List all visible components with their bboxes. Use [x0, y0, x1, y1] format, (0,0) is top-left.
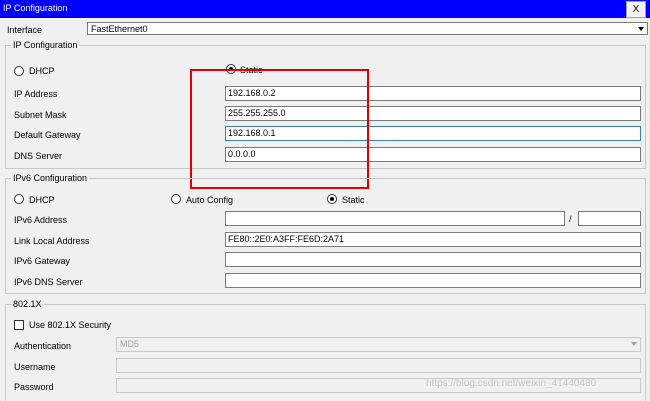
ip-configuration-title: IP Configuration — [11, 40, 80, 50]
ipv6-auto-config-radio[interactable] — [171, 194, 181, 204]
ipv6-dns-server-field[interactable] — [225, 273, 641, 288]
watermark-text: https://blog.csdn.net/weixin_41440480 — [426, 378, 597, 389]
username-field[interactable] — [116, 358, 641, 373]
prefix-separator: / — [569, 214, 572, 224]
subnet-mask-label: Subnet Mask — [14, 110, 67, 120]
interface-select[interactable]: FastEthernet0 — [87, 22, 648, 35]
ip-address-label: IP Address — [14, 89, 58, 99]
ipv4-dhcp-label: DHCP — [29, 66, 55, 76]
ipv6-auto-config-label: Auto Config — [186, 195, 234, 205]
ipv6-dns-server-label: IPv6 DNS Server — [14, 277, 83, 287]
use-8021x-security-checkbox[interactable] — [14, 320, 24, 330]
ipv6-address-label: IPv6 Address — [14, 215, 68, 225]
authentication-select-value: MD5 — [120, 339, 140, 349]
annotation-highlight-box — [190, 69, 369, 189]
password-label: Password — [14, 382, 54, 392]
link-local-address-field[interactable]: FE80::2E0:A3FF:FE6D:2A71 — [225, 232, 641, 247]
dns-server-label: DNS Server — [14, 151, 63, 161]
ipv6-gateway-label: IPv6 Gateway — [14, 256, 71, 266]
ipv6-address-field[interactable] — [225, 211, 565, 226]
chevron-down-icon — [638, 27, 644, 31]
link-local-address-label: Link Local Address — [14, 236, 90, 246]
close-button[interactable]: X — [626, 1, 646, 18]
use-8021x-security-label: Use 802.1X Security — [29, 320, 112, 330]
ipv6-dhcp-label: DHCP — [29, 195, 55, 205]
window-title: IP Configuration — [3, 3, 68, 13]
authentication-select[interactable]: MD5 — [116, 337, 641, 352]
ipv6-dhcp-radio[interactable] — [14, 194, 24, 204]
username-label: Username — [14, 362, 56, 372]
ipv6-gateway-field[interactable] — [225, 252, 641, 267]
interface-select-value: FastEthernet0 — [91, 24, 148, 34]
ipv4-dhcp-radio[interactable] — [14, 66, 24, 76]
ipv6-static-label: Static — [342, 195, 365, 205]
default-gateway-label: Default Gateway — [14, 130, 81, 140]
authentication-label: Authentication — [14, 341, 72, 351]
ipv6-configuration-title: IPv6 Configuration — [11, 173, 90, 183]
dot1x-title: 802.1X — [11, 299, 44, 309]
ipv6-static-radio[interactable] — [327, 194, 337, 204]
ipv6-prefix-field[interactable] — [578, 211, 641, 226]
chevron-down-icon — [631, 342, 637, 346]
interface-label: Interface — [7, 25, 43, 35]
title-bar — [0, 0, 650, 18]
